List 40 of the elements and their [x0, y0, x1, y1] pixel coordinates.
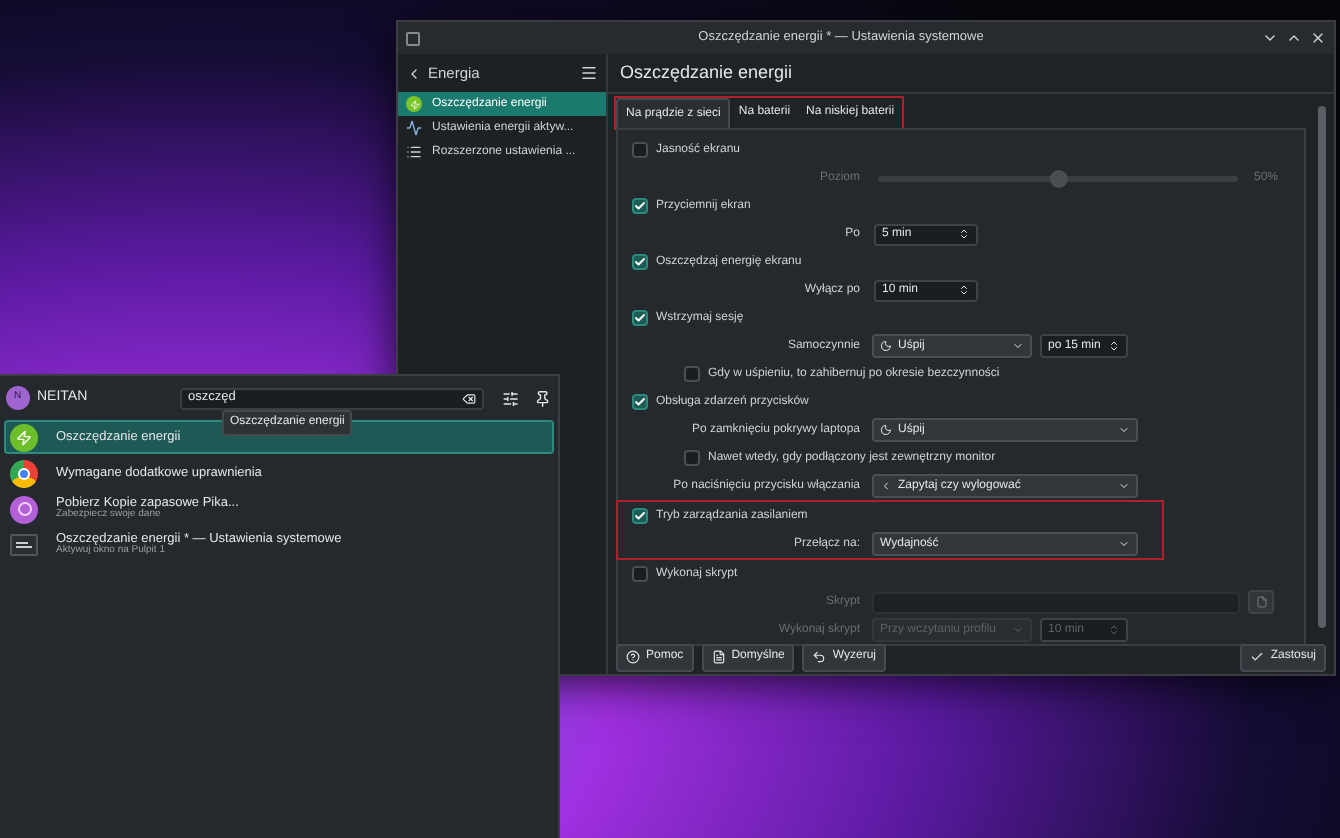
- settings-icon[interactable]: [501, 389, 519, 407]
- moon-icon: [880, 340, 892, 352]
- chevron-down-icon: [1118, 424, 1130, 436]
- power-icon: [406, 96, 422, 112]
- clear-icon[interactable]: [461, 391, 476, 405]
- maximize-icon[interactable]: [1286, 30, 1302, 46]
- page-title: Oszczędzanie energii: [620, 59, 793, 86]
- menu-icon[interactable]: [580, 64, 598, 82]
- activity-icon: [406, 120, 422, 136]
- minimize-icon[interactable]: [1262, 30, 1278, 46]
- help-icon: [626, 650, 640, 664]
- back-icon: [406, 65, 422, 81]
- checkbox[interactable]: [684, 366, 700, 382]
- checkbox[interactable]: [632, 254, 648, 270]
- chevron-down-icon: [1012, 340, 1024, 352]
- checkbox[interactable]: [632, 142, 648, 158]
- checkbox[interactable]: [684, 450, 700, 466]
- moon-icon: [880, 424, 892, 436]
- checkbox[interactable]: [632, 198, 648, 214]
- checkbox[interactable]: [632, 394, 648, 410]
- browser-logo-icon: [10, 459, 38, 487]
- close-icon[interactable]: [1310, 30, 1326, 46]
- chevron-down-icon: [1118, 538, 1130, 550]
- app-icon: [406, 31, 420, 45]
- checkbox[interactable]: [632, 508, 648, 524]
- checkbox[interactable]: [632, 310, 648, 326]
- checkbox[interactable]: [632, 566, 648, 582]
- window-thumbnail-icon: [10, 534, 38, 556]
- check-icon: [1250, 650, 1265, 664]
- document-icon: [711, 650, 726, 664]
- file-icon: [1255, 596, 1267, 608]
- undo-icon: [812, 650, 827, 664]
- logout-icon: [880, 480, 892, 492]
- list-icon: [406, 144, 422, 160]
- power-icon: [10, 423, 38, 451]
- pin-icon[interactable]: [534, 389, 552, 407]
- app-icon: [10, 495, 38, 523]
- chevron-down-icon: [1118, 480, 1130, 492]
- scrollbar[interactable]: [1318, 106, 1326, 628]
- chevron-down-icon: [1012, 624, 1024, 636]
